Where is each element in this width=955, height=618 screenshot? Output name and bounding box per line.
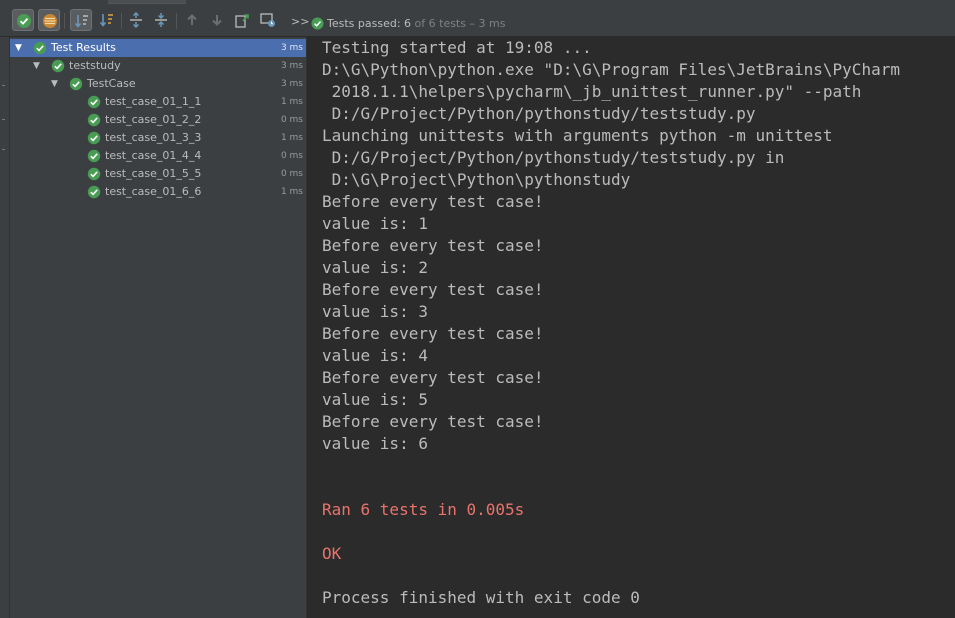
console-line: Process finished with exit code 0	[322, 588, 640, 607]
toolbar-separator	[176, 13, 177, 29]
status-label: Tests passed:	[327, 17, 401, 30]
tree-node-test-results[interactable]: ▼ Test Results 3 ms	[10, 39, 306, 57]
tree-node-label: Test Results	[51, 41, 116, 54]
console-line: D:\G\Python\python.exe "D:\G\Program Fil…	[322, 60, 900, 79]
show-passed-button[interactable]	[12, 9, 34, 31]
tree-node-duration: 0 ms	[280, 169, 303, 179]
tree-node-test-case[interactable]: test_case_01_5_5 0 ms	[10, 165, 306, 183]
status-passed-count: 6	[404, 17, 412, 30]
console-line: Testing started at 19:08 ...	[322, 38, 592, 57]
console-line-stderr: Ran 6 tests in 0.005s	[322, 500, 525, 519]
console-line: value is: 3	[322, 302, 428, 321]
tree-node-label: test_case_01_3_3	[105, 131, 202, 144]
tree-node-test-case[interactable]: test_case_01_3_3 1 ms	[10, 129, 306, 147]
previous-failed-icon	[187, 14, 197, 25]
tree-node-duration: 3 ms	[280, 79, 303, 89]
passed-check-icon	[69, 77, 83, 91]
expand-arrow-icon[interactable]: ▼	[15, 39, 25, 57]
console-line: D:\G\Project\Python\pythonstudy	[322, 170, 631, 189]
status-total: of 6 tests	[414, 17, 466, 30]
tree-node-duration: 1 ms	[280, 97, 303, 107]
tree-node-label: test_case_01_5_5	[105, 167, 202, 180]
passed-check-icon	[51, 59, 65, 73]
next-failed-button[interactable]	[206, 9, 228, 31]
passed-check-icon	[87, 113, 101, 127]
tree-node-testcase[interactable]: ▼ TestCase 3 ms	[10, 75, 306, 93]
tree-node-test-case[interactable]: test_case_01_6_6 1 ms	[10, 183, 306, 201]
console-line: 2018.1.1\helpers\pycharm\_jb_unittest_ru…	[322, 82, 862, 101]
show-ignored-button[interactable]	[38, 9, 60, 31]
console-line: D:/G/Project/Python/pythonstudy/teststud…	[322, 104, 756, 123]
tree-node-duration: 1 ms	[280, 187, 303, 197]
passed-check-icon	[87, 149, 101, 163]
export-results-icon	[235, 14, 249, 28]
console-line-stderr: OK	[322, 544, 342, 563]
expand-arrow-icon[interactable]: ▼	[33, 57, 43, 75]
passed-check-icon	[311, 17, 324, 30]
console-line: value is: 2	[322, 258, 428, 277]
console-line: Before every test case!	[322, 368, 544, 387]
console-line: Before every test case!	[322, 192, 544, 211]
expand-all-button[interactable]	[125, 9, 147, 31]
console-line: D:/G/Project/Python/pythonstudy/teststud…	[322, 148, 785, 167]
tree-node-label: TestCase	[87, 77, 136, 90]
passed-check-icon	[87, 185, 101, 199]
console-line: Before every test case!	[322, 236, 544, 255]
sort-by-duration-button[interactable]	[96, 9, 118, 31]
passed-check-icon	[87, 131, 101, 145]
collapse-all-button[interactable]	[150, 9, 172, 31]
console-line: value is: 6	[322, 434, 428, 453]
more-actions-icon[interactable]: >>	[291, 16, 309, 27]
sort-alphabetically-icon	[74, 15, 88, 28]
expand-all-icon	[130, 12, 142, 28]
tree-node-duration: 3 ms	[280, 61, 303, 71]
console-line: Before every test case!	[322, 412, 544, 431]
tree-node-duration: 0 ms	[280, 115, 303, 125]
previous-failed-button[interactable]	[181, 9, 203, 31]
status-duration: – 3 ms	[469, 17, 506, 30]
test-runner-toolbar: >> Tests passed: 6 of 6 tests – 3 ms	[0, 4, 955, 37]
tool-window-stripe[interactable]	[0, 37, 10, 618]
passed-check-icon	[87, 167, 101, 181]
tree-node-label: test_case_01_4_4	[105, 149, 202, 162]
console-line: value is: 1	[322, 214, 428, 233]
tree-node-teststudy[interactable]: ▼ teststudy 3 ms	[10, 57, 306, 75]
export-results-button[interactable]	[231, 9, 253, 31]
console-line: Launching unittests with arguments pytho…	[322, 126, 833, 145]
tree-node-label: test_case_01_1_1	[105, 95, 202, 108]
console-line: value is: 5	[322, 390, 428, 409]
console-output[interactable]: Testing started at 19:08 ... D:\G\Python…	[308, 37, 955, 618]
tree-node-test-case[interactable]: test_case_01_1_1 1 ms	[10, 93, 306, 111]
import-results-icon	[260, 13, 275, 27]
passed-check-icon	[87, 95, 101, 109]
tree-node-duration: 0 ms	[280, 151, 303, 161]
tree-node-label: test_case_01_6_6	[105, 185, 202, 198]
next-failed-icon	[212, 15, 222, 26]
collapse-all-icon	[155, 13, 167, 27]
show-passed-icon	[17, 14, 31, 28]
sort-by-duration-icon	[99, 14, 113, 27]
import-results-button[interactable]	[257, 9, 279, 31]
passed-check-icon	[33, 41, 47, 55]
tree-node-duration: 3 ms	[280, 43, 303, 53]
console-line: Before every test case!	[322, 324, 544, 343]
expand-arrow-icon[interactable]: ▼	[51, 75, 61, 93]
tree-node-test-case[interactable]: test_case_01_4_4 0 ms	[10, 147, 306, 165]
tree-node-label: teststudy	[69, 59, 121, 72]
console-line: Before every test case!	[322, 280, 544, 299]
tree-node-test-case[interactable]: test_case_01_2_2 0 ms	[10, 111, 306, 129]
sort-alphabetically-button[interactable]	[70, 9, 92, 31]
toolbar-separator	[64, 13, 65, 29]
tree-node-duration: 1 ms	[280, 133, 303, 143]
toolbar-separator	[121, 13, 122, 29]
show-ignored-icon	[43, 14, 57, 28]
test-results-tree: ▼ Test Results 3 ms ▼ teststudy 3 ms ▼ T…	[10, 37, 306, 618]
tree-node-label: test_case_01_2_2	[105, 113, 202, 126]
console-line: value is: 4	[322, 346, 428, 365]
